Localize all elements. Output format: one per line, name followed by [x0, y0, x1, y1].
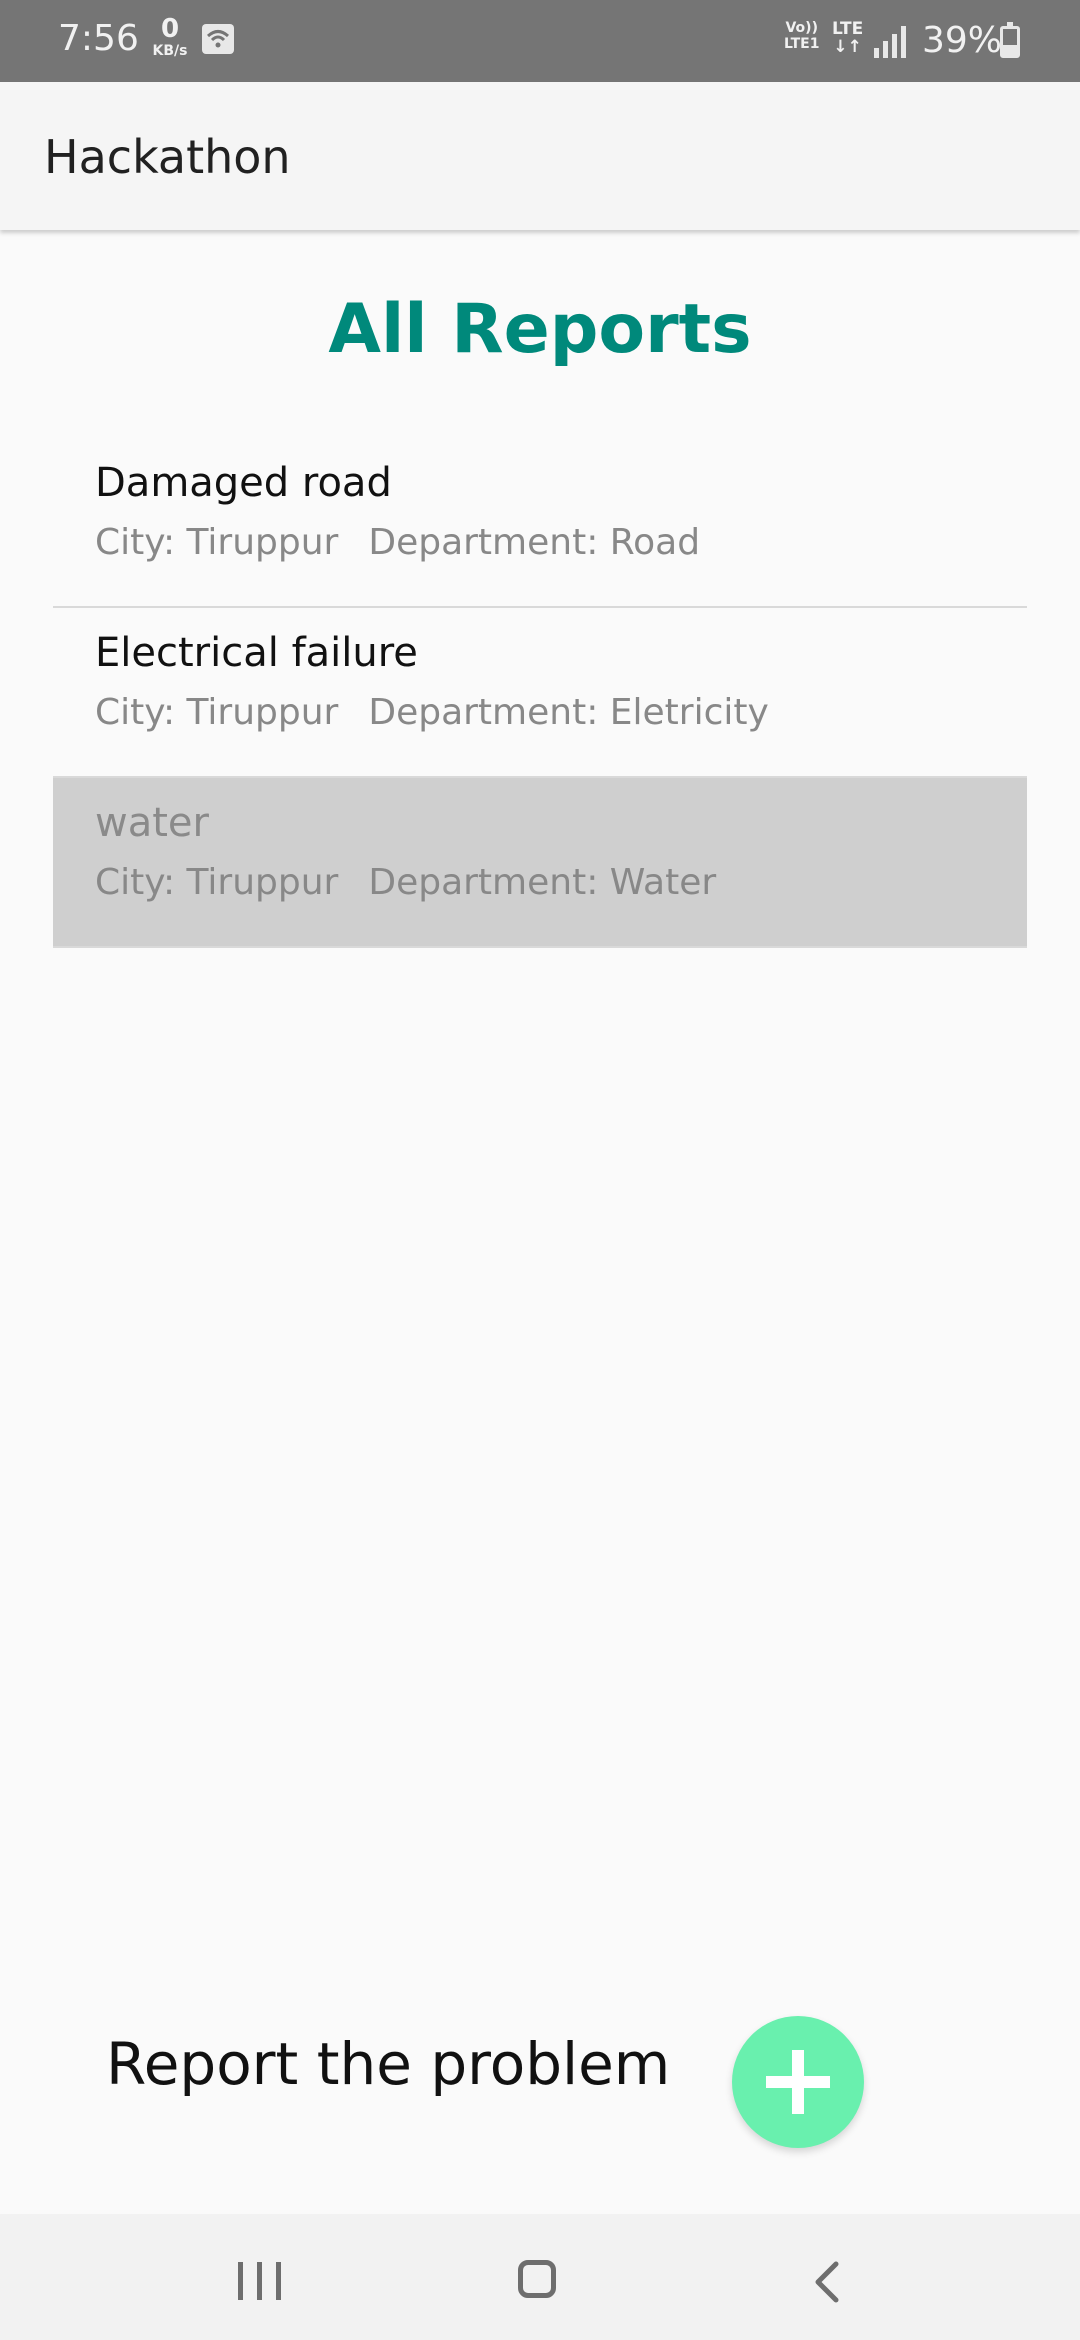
battery-fill: [1003, 44, 1017, 55]
report-meta: City: Tiruppur Department: Water: [95, 862, 716, 903]
add-report-button[interactable]: [732, 2016, 864, 2148]
lte-bottom: ↓↑: [833, 37, 862, 57]
battery-percent: 39%: [922, 20, 1003, 61]
signal-icon: [874, 26, 906, 58]
volte-top: Vo)): [785, 20, 818, 36]
recents-icon[interactable]: [238, 2262, 282, 2300]
report-list: Damaged road City: Tiruppur Department: R…: [53, 438, 1027, 948]
report-item-selected[interactable]: water City: Tiruppur Department: Water: [53, 778, 1027, 948]
back-icon[interactable]: [808, 2260, 848, 2304]
navigation-bar: [0, 2214, 1080, 2340]
lte-indicator: LTE ↓↑: [832, 20, 863, 56]
report-title: Electrical failure: [95, 630, 418, 676]
net-speed: 0 KB/s: [148, 16, 192, 58]
app-bar: Hackathon: [0, 82, 1080, 230]
report-city: City: Tiruppur: [95, 862, 339, 903]
report-problem-label: Report the problem: [106, 2030, 671, 2098]
report-title: water: [95, 800, 209, 846]
app-title: Hackathon: [44, 130, 291, 184]
volte-indicator: Vo)) LTE1: [784, 20, 819, 52]
report-meta: City: Tiruppur Department: Road: [95, 522, 700, 563]
report-item[interactable]: Electrical failure City: Tiruppur Departm…: [53, 608, 1027, 778]
home-icon[interactable]: [518, 2260, 556, 2298]
report-city: City: Tiruppur: [95, 692, 339, 733]
net-speed-value: 0: [160, 14, 180, 44]
report-city: City: Tiruppur: [95, 522, 339, 563]
report-department: Department: Road: [368, 522, 701, 563]
report-item[interactable]: Damaged road City: Tiruppur Department: R…: [53, 438, 1027, 608]
report-title: Damaged road: [95, 460, 392, 506]
page-title: All Reports: [328, 290, 752, 369]
volte-bottom: LTE1: [784, 36, 820, 52]
wifi-icon: [202, 24, 234, 54]
battery-icon: [1000, 22, 1020, 58]
net-speed-unit: KB/s: [152, 43, 188, 59]
status-time: 7:56: [58, 18, 139, 59]
status-bar: 7:56 0 KB/s Vo)) LTE1 LTE ↓↑ 39%: [0, 0, 1080, 82]
report-department: Department: Water: [368, 862, 717, 903]
lte-top: LTE: [832, 19, 864, 39]
report-department: Department: Eletricity: [368, 692, 769, 733]
report-meta: City: Tiruppur Department: Eletricity: [95, 692, 769, 733]
